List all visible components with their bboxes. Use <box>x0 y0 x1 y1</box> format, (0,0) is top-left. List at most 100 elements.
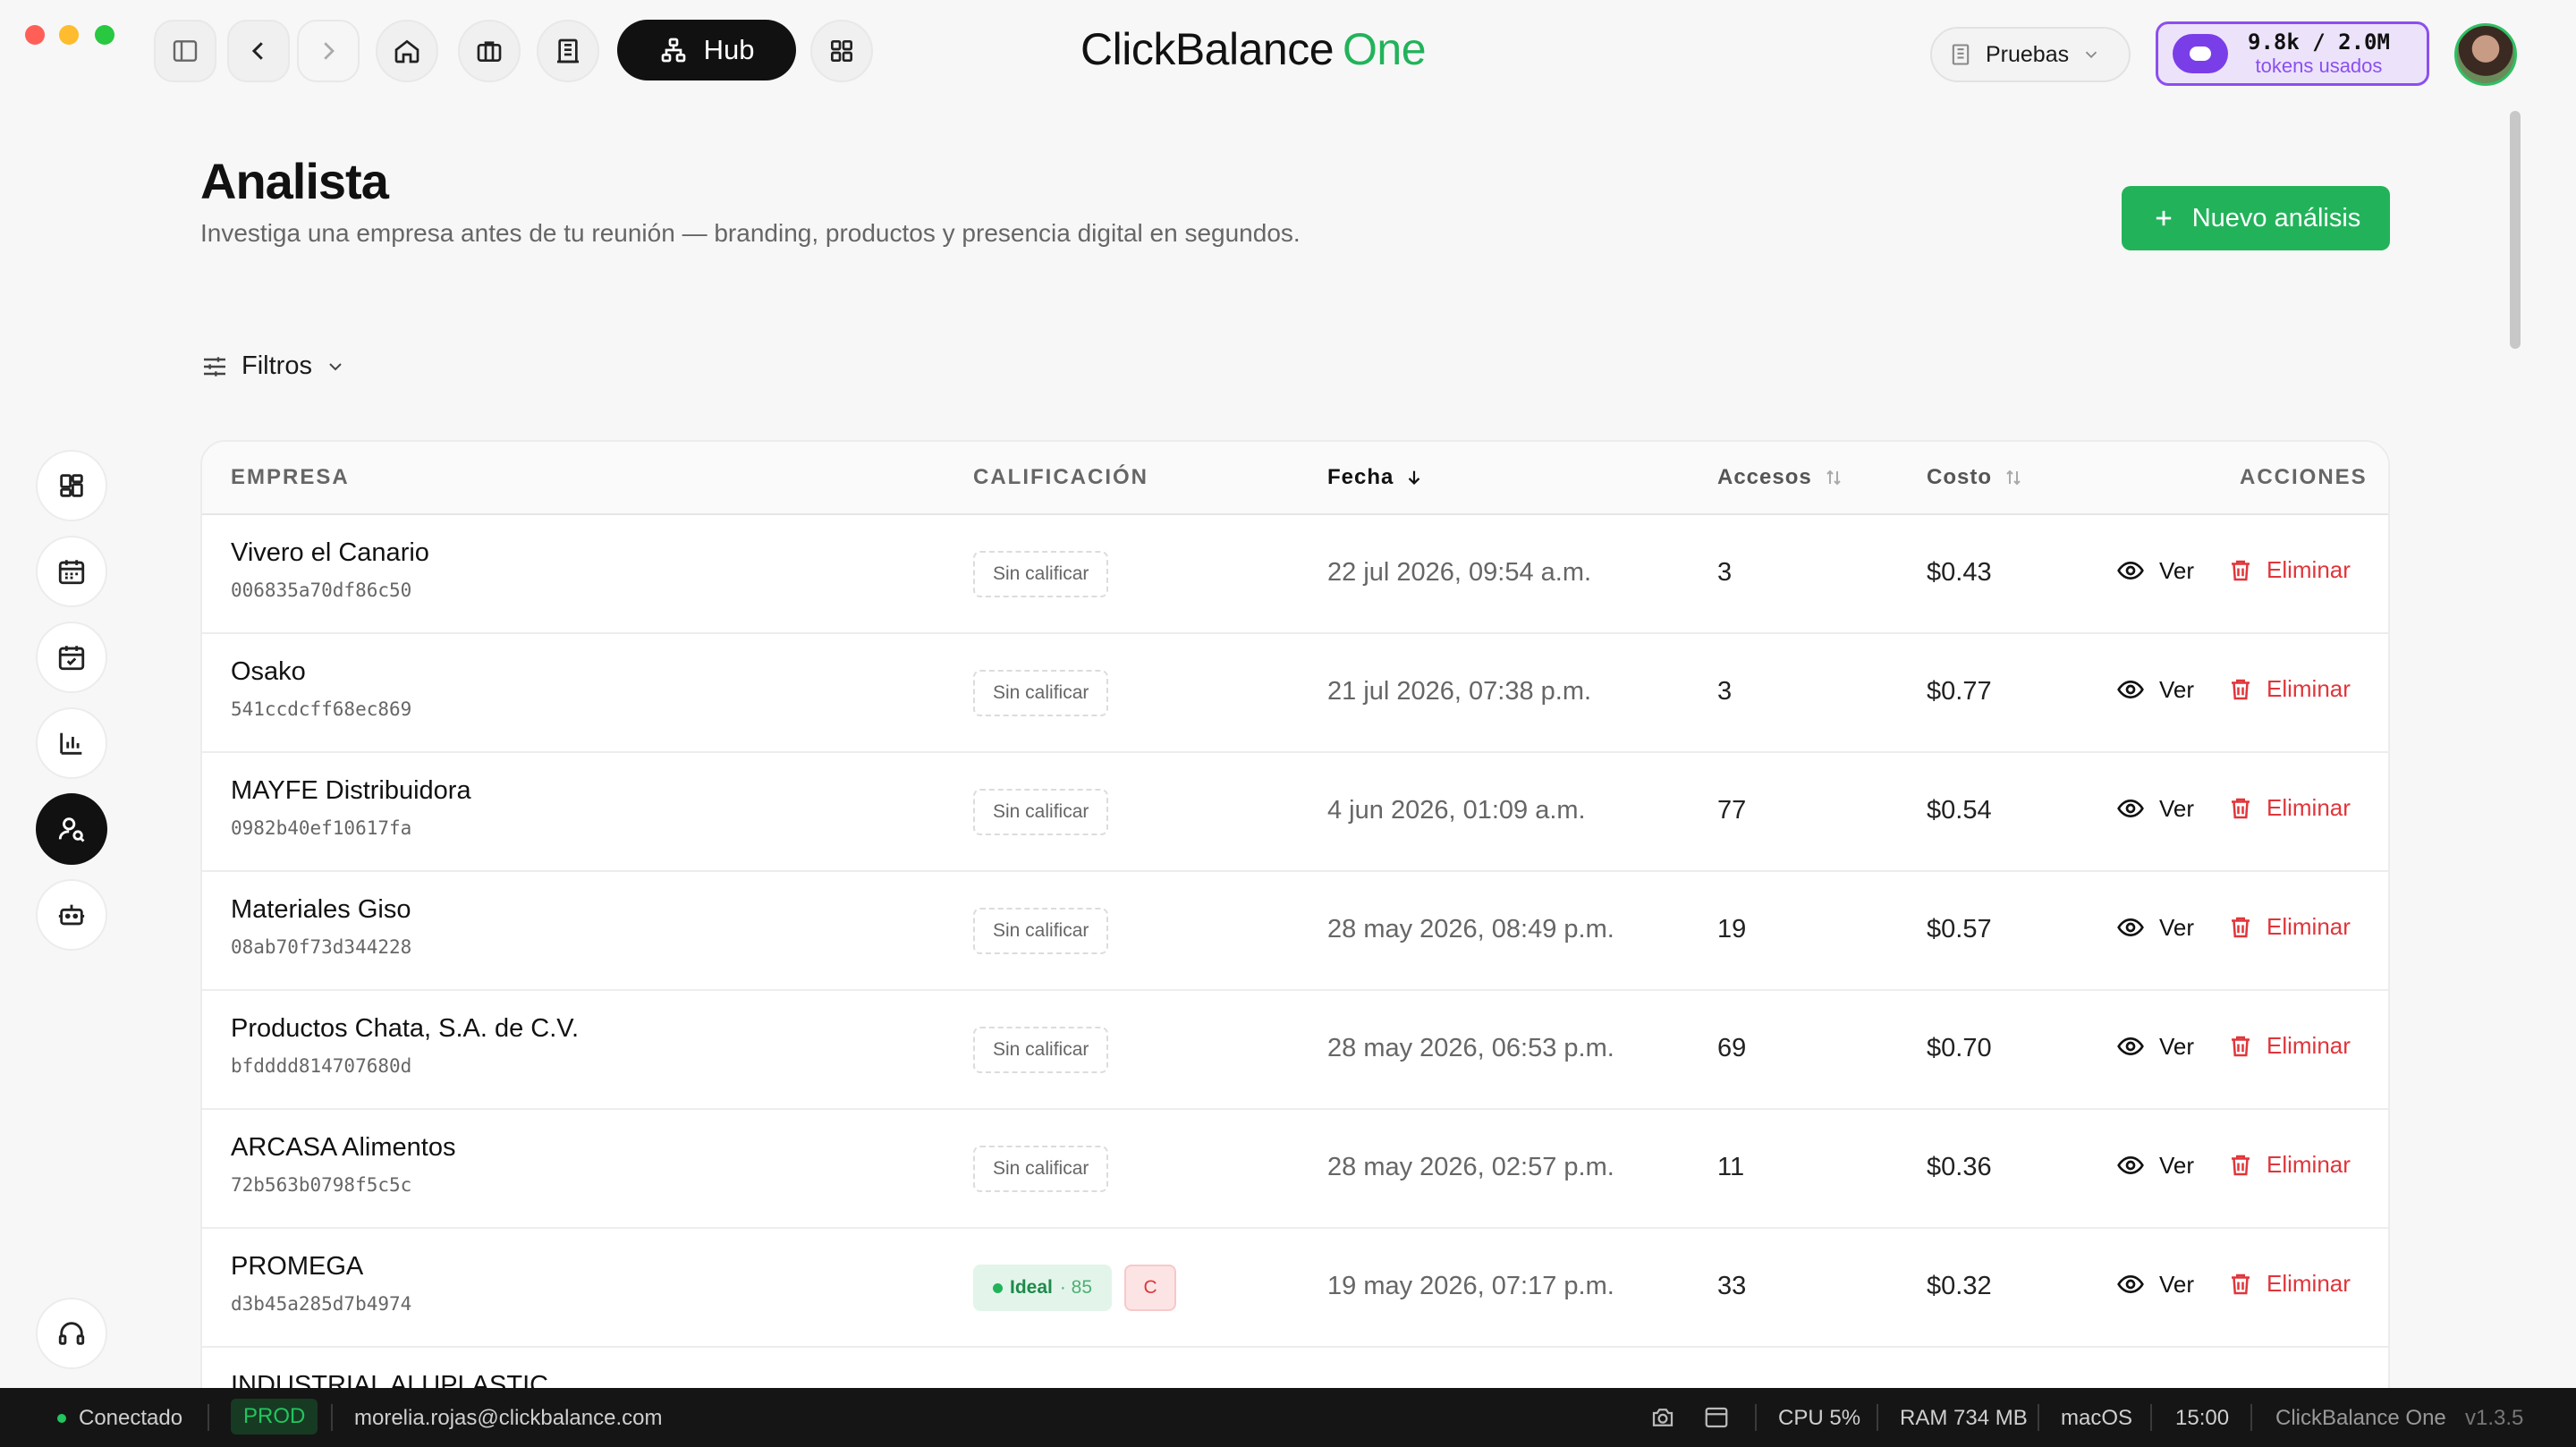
view-label: Ver <box>2159 1151 2195 1179</box>
title-bar: Hub ClickBalance One Pruebas 9.8k / 2.0M … <box>0 0 2576 102</box>
table-row[interactable]: ARCASA Alimentos 72b563b0798f5c5c Sin cali… <box>202 1110 2388 1229</box>
delete-label: Eliminar <box>2267 1270 2351 1297</box>
filters-toggle[interactable]: Filtros <box>200 351 346 381</box>
trash-icon <box>2232 798 2250 818</box>
column-costo-sort[interactable]: Costo <box>1927 465 2024 490</box>
rating-badge: Sin calificar <box>973 789 1109 835</box>
delete-label: Eliminar <box>2267 1032 2351 1059</box>
trash-icon <box>2232 679 2250 699</box>
camera-icon[interactable] <box>1649 1404 1676 1431</box>
column-accesos-label: Accesos <box>1717 465 1812 489</box>
rail-dashboard-button[interactable] <box>36 450 107 521</box>
view-label: Ver <box>2159 913 2195 941</box>
access-count: 69 <box>1717 1034 1747 1062</box>
rating-badge: Sin calificar <box>973 1027 1109 1073</box>
table-header: EMPRESA CALIFICACIÓN Fecha Accesos Costo… <box>202 442 2388 515</box>
brand-suffix: One <box>1343 24 1427 74</box>
back-button[interactable] <box>227 20 290 82</box>
divider <box>331 1404 333 1431</box>
rail-calendar-button[interactable] <box>36 536 107 607</box>
toggle-sidebar-button[interactable] <box>154 20 216 82</box>
company-id: 08ab70f73d344228 <box>231 936 412 958</box>
screen-icon[interactable] <box>1703 1404 1730 1431</box>
apps-grid-button[interactable] <box>810 20 873 82</box>
table-row[interactable]: Materiales Giso 08ab70f73d344228 Sin calif… <box>202 872 2388 991</box>
building-icon <box>1952 44 1970 65</box>
delete-button[interactable]: Eliminar <box>2227 794 2351 822</box>
chevron-left-icon <box>251 42 263 60</box>
minimize-window-button[interactable] <box>59 25 79 45</box>
rail-bot-button[interactable] <box>36 879 107 951</box>
rating-score: · 85 <box>1059 1277 1093 1298</box>
home-button[interactable] <box>376 20 438 82</box>
clock: 15:00 <box>2175 1406 2230 1430</box>
scrollbar-thumb[interactable] <box>2510 111 2521 349</box>
delete-label: Eliminar <box>2267 675 2351 702</box>
view-button[interactable]: Ver <box>2116 913 2194 942</box>
delete-button[interactable]: Eliminar <box>2227 675 2351 703</box>
token-usage-meter[interactable]: 9.8k / 2.0M tokens usados <box>2156 21 2429 86</box>
divider <box>1877 1404 1878 1431</box>
sort-icon <box>1826 470 1841 486</box>
new-analysis-button[interactable]: Nuevo análisis <box>2122 186 2390 250</box>
forward-button[interactable] <box>297 20 360 82</box>
delete-button[interactable]: Eliminar <box>2227 1151 2351 1179</box>
delete-button[interactable]: Eliminar <box>2227 1032 2351 1060</box>
column-accesos-sort[interactable]: Accesos <box>1717 465 1844 490</box>
trash-icon <box>2232 1036 2250 1056</box>
divider <box>1755 1404 1757 1431</box>
table-row[interactable]: Vivero el Canario 006835a70df86c50 Sin cal… <box>202 515 2388 634</box>
view-label: Ver <box>2159 1270 2195 1298</box>
eye-icon <box>2117 561 2144 580</box>
view-button[interactable]: Ver <box>2116 1032 2194 1061</box>
view-label: Ver <box>2159 556 2195 584</box>
view-button[interactable]: Ver <box>2116 675 2194 704</box>
view-button[interactable]: Ver <box>2116 1270 2194 1299</box>
rail-analyst-button[interactable] <box>36 793 107 865</box>
table-row[interactable]: PROMEGA d3b45a285d7b4974 Ideal · 85 C 19 may … <box>202 1229 2388 1348</box>
analyses-table: EMPRESA CALIFICACIÓN Fecha Accesos Costo… <box>200 440 2390 1447</box>
chevron-down-icon <box>329 362 342 370</box>
plus-icon <box>2156 210 2171 226</box>
os-name: macOS <box>2061 1406 2133 1430</box>
workspace-selector[interactable]: Pruebas <box>1930 27 2131 82</box>
rail-reports-button[interactable] <box>36 707 107 779</box>
table-row[interactable]: Osako 541ccdcff68ec869 Sin calificar 21 jul… <box>202 634 2388 753</box>
table-row[interactable]: Productos Chata, S.A. de C.V. bfdddd81470… <box>202 991 2388 1110</box>
divider <box>2250 1404 2252 1431</box>
briefcase-button[interactable] <box>458 20 521 82</box>
view-button[interactable]: Ver <box>2116 794 2194 823</box>
analysis-date: 21 jul 2026, 07:38 p.m. <box>1327 677 1592 706</box>
column-calificacion-label: CALIFICACIÓN <box>973 465 1148 489</box>
cost-value: $0.70 <box>1927 1034 1992 1062</box>
company-id: 541ccdcff68ec869 <box>231 698 412 720</box>
user-search-icon <box>58 817 85 842</box>
user-avatar[interactable] <box>2454 23 2517 86</box>
zoom-window-button[interactable] <box>95 25 114 45</box>
delete-label: Eliminar <box>2267 1151 2351 1178</box>
trash-icon <box>2232 560 2250 580</box>
delete-button[interactable]: Eliminar <box>2227 913 2351 941</box>
hub-button[interactable]: Hub <box>617 20 796 80</box>
view-button[interactable]: Ver <box>2116 556 2194 585</box>
column-fecha-sort[interactable]: Fecha <box>1327 465 1424 490</box>
view-button[interactable]: Ver <box>2116 1151 2194 1180</box>
rating-badge: Sin calificar <box>973 908 1109 954</box>
company-id: 0982b40ef10617fa <box>231 817 412 839</box>
headphones-icon <box>58 1322 85 1345</box>
bar-chart-icon <box>60 732 82 755</box>
company-name: PROMEGA <box>231 1252 364 1281</box>
table-row[interactable]: MAYFE Distribuidora 0982b40ef10617fa Sin c… <box>202 753 2388 872</box>
delete-button[interactable]: Eliminar <box>2227 1270 2351 1298</box>
company-id: 006835a70df86c50 <box>231 580 412 601</box>
close-window-button[interactable] <box>25 25 45 45</box>
building-button[interactable] <box>537 20 599 82</box>
analysis-date: 4 jun 2026, 01:09 a.m. <box>1327 796 1586 825</box>
rail-support-button[interactable] <box>36 1298 107 1369</box>
eye-icon <box>2117 1037 2144 1056</box>
trash-icon <box>2232 917 2250 937</box>
user-email: morelia.rojas@clickbalance.com <box>354 1406 663 1430</box>
rail-tasks-button[interactable] <box>36 622 107 693</box>
rating-badge: Ideal · 85 <box>973 1265 1113 1311</box>
delete-button[interactable]: Eliminar <box>2227 556 2351 584</box>
